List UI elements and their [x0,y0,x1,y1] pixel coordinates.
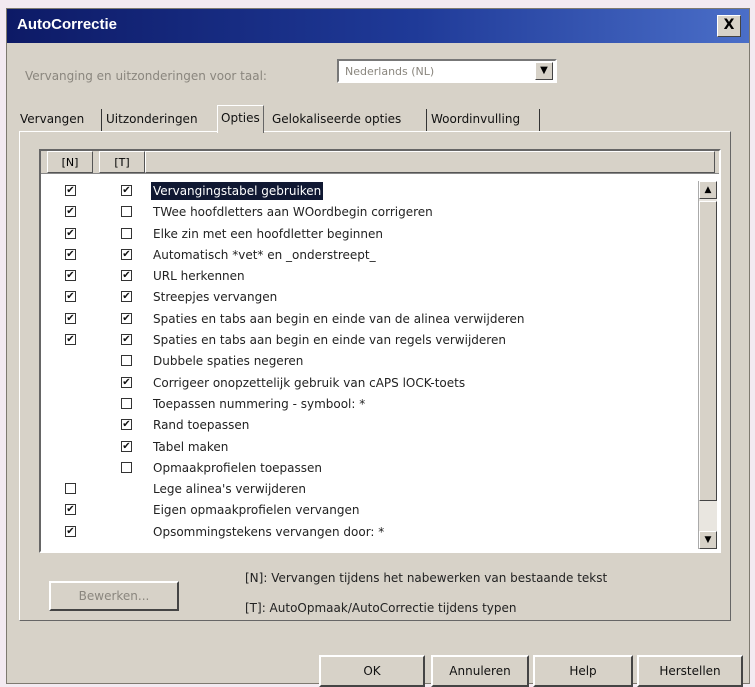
checkbox-t[interactable] [121,461,132,473]
scroll-down-icon[interactable]: ▼ [699,531,717,549]
list-item[interactable]: ✔ ✔ Spaties en tabs aan begin en einde van… [41,309,691,330]
checkbox-n[interactable]: ✔ [65,291,76,303]
list-item[interactable]: ✔ ✔ Vervangingstabel gebruiken [41,181,691,202]
checkbox-n[interactable]: ✔ [65,185,76,196]
options-rows: ✔ ✔ Vervangingstabel gebruiken ✔ TWee hoofdl… [41,181,691,543]
checkbox-t[interactable] [121,397,132,409]
tab-opties[interactable]: Opties [217,105,264,133]
checkbox-t[interactable]: ✔ [121,440,132,452]
autocorrect-dialog: AutoCorrectie X Vervanging en uitzonderi… [6,8,750,687]
list-item[interactable]: Opmaakprofielen toepassen [41,458,691,479]
dropdown-arrow-icon[interactable]: ▼ [535,62,553,80]
list-item[interactable]: Toepassen nummering - symbool: * [41,394,691,415]
list-item[interactable]: ✔ ✔ Automatisch *vet* en _onderstreept_ [41,245,691,266]
checkbox-n[interactable]: ✔ [65,270,76,282]
checkbox-n[interactable]: ✔ [65,334,76,346]
checkbox-t[interactable]: ✔ [121,419,132,431]
list-item-label: Opmaakprofielen toepassen [153,460,323,475]
checkbox-n[interactable]: ✔ [65,525,76,537]
list-item[interactable]: ✔ ✔ Streepjes vervangen [41,287,691,308]
help-button[interactable]: Help [533,655,633,687]
list-item[interactable]: ✔ Corrigeer onopzettelijk gebruik van cAP… [41,373,691,394]
cancel-button[interactable]: Annuleren [431,655,529,687]
checkbox-t[interactable] [121,227,132,239]
list-item[interactable]: ✔ ✔ URL herkennen [41,266,691,287]
list-item-label: Corrigeer onopzettelijk gebruik van cAPS… [153,375,466,390]
list-item[interactable]: ✔ Tabel maken [41,437,691,458]
column-header-n[interactable]: [N] [47,151,93,173]
list-item[interactable]: Lege alinea's verwijderen [41,479,691,500]
checkbox-n[interactable]: ✔ [65,206,76,218]
options-list[interactable]: [N] [T] ✔ ✔ Vervangingstabel gebruiken ✔ TWe… [39,149,721,553]
list-item-label: URL herkennen [153,269,245,284]
close-button[interactable]: X [717,15,741,37]
note-t: [T]: AutoOpmaak/AutoCorrectie tijdens ty… [245,601,517,615]
tab-woordinvulling[interactable]: Woordinvulling [428,107,523,131]
list-item[interactable]: ✔ ✔ Spaties en tabs aan begin en einde van… [41,330,691,351]
ok-button[interactable]: OK [319,655,425,687]
reset-button[interactable]: Herstellen [637,655,743,687]
list-item-label: Toepassen nummering - symbool: * [153,396,366,411]
list-header: [N] [T] [41,151,719,174]
tab-vervangen[interactable]: Vervangen [17,107,87,131]
list-item-label: Lege alinea's verwijderen [153,482,306,497]
edit-button[interactable]: Bewerken... [49,581,179,611]
list-item[interactable]: ✔ Elke zin met een hoofdletter beginnen [41,224,691,245]
list-item[interactable]: ✔ Rand toepassen [41,415,691,436]
list-item-label: Tabel maken [153,439,229,454]
checkbox-n[interactable]: ✔ [65,227,76,239]
list-item[interactable]: ✔ Opsommingstekens vervangen door: * [41,522,691,543]
note-n: [N]: Vervangen tijdens het nabewerken va… [245,571,608,585]
checkbox-t[interactable]: ✔ [121,270,132,282]
list-item-label: Spaties en tabs aan begin en einde van r… [153,333,506,348]
scroll-up-icon[interactable]: ▲ [699,181,717,199]
scroll-thumb[interactable] [699,201,717,501]
checkbox-t[interactable]: ✔ [121,334,132,346]
column-header-t[interactable]: [T] [99,151,145,173]
checkbox-t[interactable] [121,355,132,367]
list-item-label: Eigen opmaakprofielen vervangen [153,503,360,518]
checkbox-t[interactable] [121,206,132,218]
tab-gelokaliseerde-opties[interactable]: Gelokaliseerde opties [269,107,404,131]
window-title: AutoCorrectie [17,16,118,33]
checkbox-t[interactable]: ✔ [121,248,132,260]
list-item-label: Rand toepassen [153,418,250,433]
vertical-scrollbar[interactable]: ▲ ▼ [698,181,717,549]
list-item-label: Streepjes vervangen [153,290,278,305]
list-item-label: Vervangingstabel gebruiken [151,182,324,200]
list-item[interactable]: ✔ TWee hoofdletters aan WOordbegin corrig… [41,202,691,223]
checkbox-n[interactable]: ✔ [65,504,76,516]
tab-uitzonderingen[interactable]: Uitzonderingen [103,107,201,131]
list-item-label: Opsommingstekens vervangen door: * [153,524,385,539]
checkbox-n[interactable] [65,483,76,495]
language-label: Vervanging en uitzonderingen voor taal: [25,69,267,83]
list-item-label: Dubbele spaties negeren [153,354,304,369]
checkbox-t[interactable]: ✔ [121,185,132,196]
language-select[interactable]: Nederlands (NL) ▼ [337,59,557,83]
list-item[interactable]: ✔ Eigen opmaakprofielen vervangen [41,500,691,521]
list-item-label: Spaties en tabs aan begin en einde van d… [153,311,525,326]
list-item-label: Automatisch *vet* en _onderstreept_ [153,247,376,262]
checkbox-n[interactable]: ✔ [65,248,76,260]
column-header-option[interactable] [145,151,715,173]
checkbox-n[interactable]: ✔ [65,312,76,324]
checkbox-t[interactable]: ✔ [121,376,132,388]
checkbox-t[interactable]: ✔ [121,312,132,324]
title-bar[interactable]: AutoCorrectie X [7,9,749,43]
checkbox-t[interactable]: ✔ [121,291,132,303]
list-item-label: Elke zin met een hoofdletter beginnen [153,226,384,241]
list-item-label: TWee hoofdletters aan WOordbegin corrige… [153,205,433,220]
language-value: Nederlands (NL) [345,65,435,78]
list-item[interactable]: Dubbele spaties negeren [41,351,691,372]
